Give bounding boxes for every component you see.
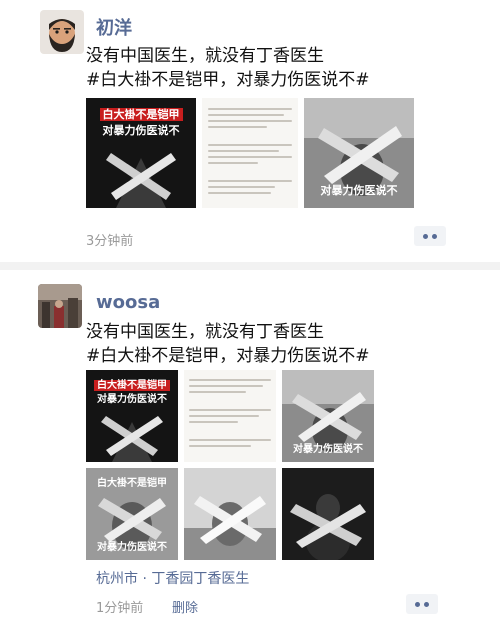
image-tile[interactable]: 对暴力伤医说不 [282, 370, 374, 462]
moment-post-1: 初洋 没有中国医生，就没有丁香医生 #白大褂不是铠甲，对暴力伤医说不# 白大褂不… [0, 0, 500, 262]
more-dot-icon [432, 233, 437, 239]
street-photo-avatar-icon [38, 284, 82, 328]
image-tile[interactable] [184, 468, 276, 560]
image-tile[interactable] [282, 468, 374, 560]
image-subtitle-text: 对暴力伤医说不 [97, 394, 167, 405]
more-dot-icon [423, 233, 428, 239]
content-line: 没有中国医生，就没有丁香医生 [86, 46, 324, 66]
location-link[interactable]: 杭州市 · 丁香园丁香医生 [96, 568, 249, 588]
more-actions-button[interactable] [414, 226, 446, 246]
more-dot-icon [415, 601, 420, 607]
more-actions-button[interactable] [406, 594, 438, 614]
post-time: 3分钟前 [86, 234, 134, 249]
image-tile[interactable]: 对暴力伤医说不 [304, 98, 414, 208]
delete-link[interactable]: 删除 [172, 597, 198, 616]
image-caption-text: 对暴力伤医说不 [293, 444, 363, 455]
image-tile[interactable]: 白大褂不是铠甲 对暴力伤医说不 [86, 468, 178, 560]
cartoon-bearded-man-avatar-icon [40, 10, 84, 54]
image-overlay-bottom-text: 对暴力伤医说不 [97, 542, 167, 553]
moment-post-2: woosa 没有中国医生，就没有丁香医生 #白大褂不是铠甲，对暴力伤医说不# 白… [0, 270, 500, 631]
crossed-arms-photo-icon [282, 468, 374, 560]
image-tile-document[interactable] [202, 98, 298, 208]
image-banner-text: 白大褂不是铠甲 [99, 108, 183, 121]
image-overlay-top-text: 白大褂不是铠甲 [97, 478, 167, 489]
more-dot-icon [424, 601, 429, 607]
author-name[interactable]: woosa [96, 292, 160, 313]
image-tile[interactable]: 白大褂不是铠甲 对暴力伤医说不 [86, 370, 178, 462]
image-grid: 白大褂不是铠甲 对暴力伤医说不 对暴力伤医说不 [86, 370, 374, 560]
hashtag-line[interactable]: #白大褂不是铠甲，对暴力伤医说不# [86, 68, 370, 92]
avatar[interactable] [40, 10, 84, 54]
avatar[interactable] [38, 284, 82, 328]
content-line: 没有中国医生，就没有丁香医生 [86, 322, 324, 342]
post-content: 没有中国医生，就没有丁香医生 #白大褂不是铠甲，对暴力伤医说不# [86, 320, 370, 368]
post-time: 1分钟前 [96, 601, 144, 616]
post-separator [0, 262, 500, 270]
image-caption-text: 对暴力伤医说不 [320, 184, 398, 197]
image-tile-document[interactable] [184, 370, 276, 462]
hashtag-line[interactable]: #白大褂不是铠甲，对暴力伤医说不# [86, 344, 370, 368]
post-content: 没有中国医生，就没有丁香医生 #白大褂不是铠甲，对暴力伤医说不# [86, 44, 370, 92]
image-tile[interactable]: 白大褂不是铠甲 对暴力伤医说不 [86, 98, 196, 208]
image-subtitle-text: 对暴力伤医说不 [102, 124, 180, 137]
image-grid: 白大褂不是铠甲 对暴力伤医说不 对暴力伤医说不 [86, 98, 414, 208]
author-name[interactable]: 初洋 [96, 14, 132, 40]
crossed-arms-photo-icon [184, 468, 276, 560]
